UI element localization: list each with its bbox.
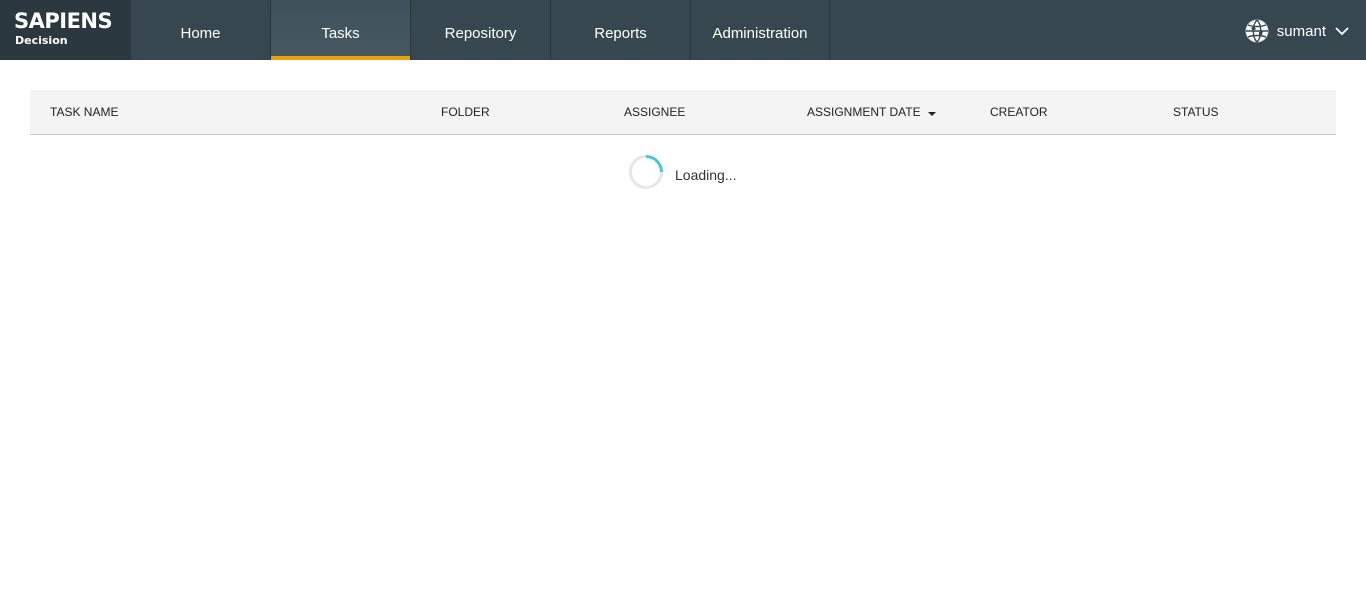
tab-reports-label: Reports bbox=[594, 24, 647, 42]
chevron-down-icon bbox=[1334, 23, 1350, 39]
column-header-status[interactable]: STATUS bbox=[1173, 90, 1219, 134]
column-header-label: ASSIGNEE bbox=[624, 105, 686, 119]
tab-repository-label: Repository bbox=[444, 24, 517, 42]
tab-home-label: Home bbox=[180, 24, 221, 42]
column-header-label: ASSIGNMENT DATE bbox=[807, 105, 921, 119]
logo-product-name: Decision bbox=[15, 34, 68, 47]
column-header-label: CREATOR bbox=[990, 105, 1048, 119]
user-name: sumant bbox=[1276, 22, 1326, 40]
top-navigation-bar: SAPIENS Decision Home Tasks Repository R… bbox=[0, 0, 1366, 60]
column-header-folder[interactable]: FOLDER bbox=[441, 90, 490, 134]
main-nav: Home Tasks Repository Reports Administra… bbox=[130, 0, 830, 60]
column-header-assignment-date[interactable]: ASSIGNMENT DATE bbox=[807, 90, 936, 134]
tab-home[interactable]: Home bbox=[130, 0, 270, 60]
sapiens-decision-logo[interactable]: SAPIENS Decision bbox=[0, 0, 130, 60]
sort-descending-icon bbox=[927, 111, 936, 116]
logo-brand-name: SAPIENS bbox=[14, 9, 113, 33]
column-header-label: FOLDER bbox=[441, 105, 490, 119]
loading-indicator: Loading... bbox=[628, 154, 737, 195]
user-menu[interactable]: sumant bbox=[1245, 18, 1350, 44]
tab-tasks-label: Tasks bbox=[321, 24, 360, 42]
column-header-assignee[interactable]: ASSIGNEE bbox=[624, 90, 685, 134]
column-header-creator[interactable]: CREATOR bbox=[990, 90, 1048, 134]
task-table-header: TASK NAME FOLDER ASSIGNEE ASSIGNMENT DAT… bbox=[30, 90, 1336, 135]
tab-administration-label: Administration bbox=[712, 24, 808, 42]
globe-icon bbox=[1245, 19, 1269, 43]
tab-administration[interactable]: Administration bbox=[690, 0, 830, 60]
tab-reports[interactable]: Reports bbox=[550, 0, 690, 60]
tab-tasks[interactable]: Tasks bbox=[270, 0, 410, 60]
tab-repository[interactable]: Repository bbox=[410, 0, 550, 60]
column-header-task-name[interactable]: TASK NAME bbox=[50, 90, 118, 134]
column-header-label: TASK NAME bbox=[50, 105, 119, 119]
column-header-label: STATUS bbox=[1173, 105, 1219, 119]
loading-text: Loading... bbox=[675, 166, 737, 183]
spinner-icon bbox=[628, 154, 664, 195]
